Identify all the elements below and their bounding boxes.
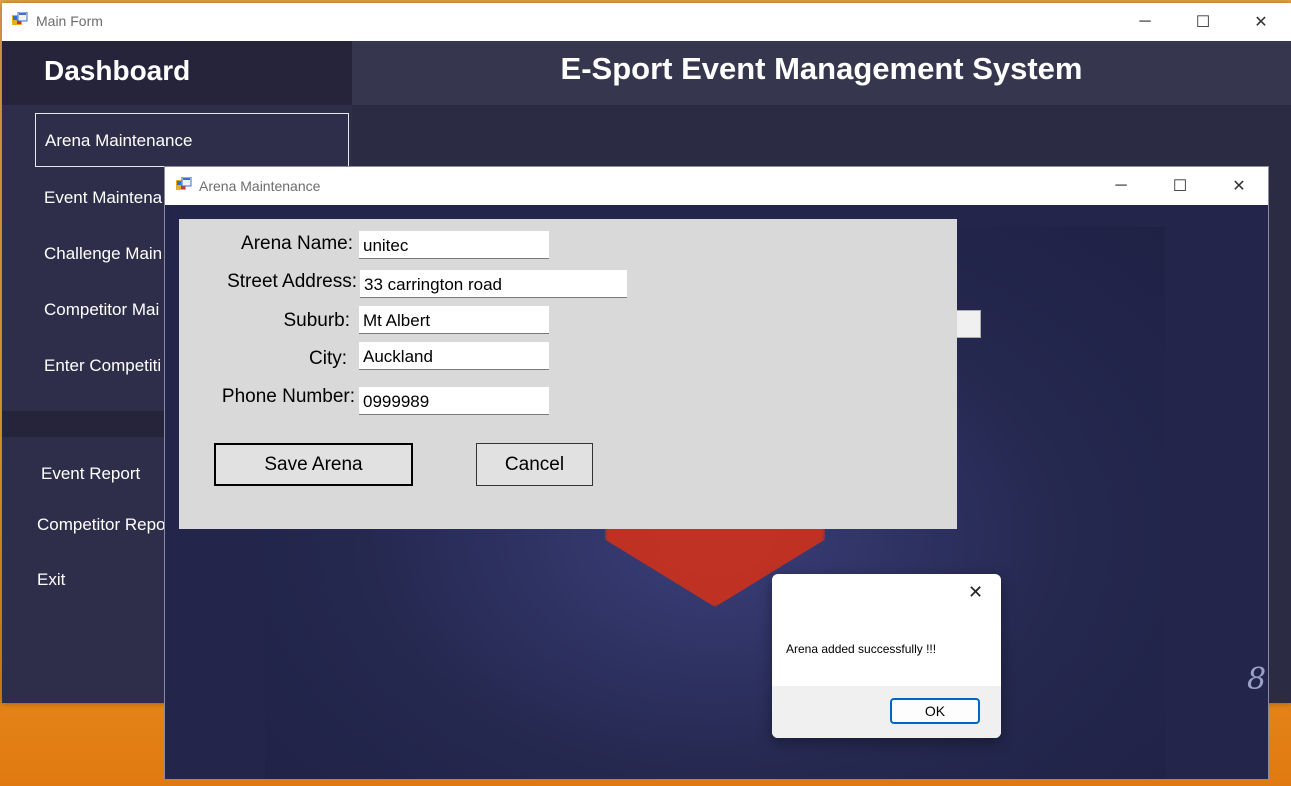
close-icon[interactable]: ✕ <box>968 582 983 603</box>
sidebar-item-competitor-report[interactable]: Competitor Repo <box>37 515 166 535</box>
sidebar-item-label: Arena Maintenance <box>45 131 193 150</box>
close-button[interactable]: ✕ <box>1232 3 1290 41</box>
suburb-label: Suburb: <box>283 310 350 331</box>
app-form-icon <box>176 177 192 193</box>
street-address-label: Street Address: <box>227 271 357 292</box>
sidebar-item-competitor-maintenance[interactable]: Competitor Mai <box>44 300 159 320</box>
system-title: E-Sport Event Management System <box>560 51 1083 86</box>
dashboard-title: Dashboard <box>44 55 191 86</box>
arena-form-panel: Arena Name: Street Address: Suburb: City… <box>179 219 957 529</box>
sidebar-item-enter-competition[interactable]: Enter Competiti <box>44 356 161 376</box>
city-input[interactable] <box>359 342 549 370</box>
close-button[interactable]: ✕ <box>1210 167 1268 205</box>
arena-name-label: Arena Name: <box>241 233 353 254</box>
sidebar-item-event-maintenance[interactable]: Event Maintena <box>44 188 162 208</box>
arena-window-title: Arena Maintenance <box>199 178 321 194</box>
save-arena-button[interactable]: Save Arena <box>214 443 413 486</box>
maximize-button[interactable]: ☐ <box>1174 3 1232 41</box>
minimize-button[interactable]: ─ <box>1092 167 1150 205</box>
sidebar-item-exit[interactable]: Exit <box>37 570 65 590</box>
success-message-box: ✕ Arena added successfully !!! OK <box>772 574 1001 738</box>
sidebar-item-event-report[interactable]: Event Report <box>41 464 140 484</box>
app-form-icon <box>12 12 28 28</box>
cancel-button[interactable]: Cancel <box>476 443 593 486</box>
street-address-input[interactable] <box>360 270 627 298</box>
main-window-title: Main Form <box>36 13 103 29</box>
minimize-button[interactable]: ─ <box>1116 3 1174 41</box>
message-box-footer: OK <box>772 686 1001 738</box>
arena-name-input[interactable] <box>359 231 549 259</box>
maximize-button[interactable]: ☐ <box>1151 167 1209 205</box>
ok-button[interactable]: OK <box>890 698 980 724</box>
sidebar-item-arena-maintenance[interactable]: Arena Maintenance <box>35 113 349 167</box>
main-header: E-Sport Event Management System <box>352 41 1291 105</box>
suburb-input[interactable] <box>359 306 549 334</box>
sidebar-item-challenge-maintenance[interactable]: Challenge Main <box>44 244 162 264</box>
message-text: Arena added successfully !!! <box>786 642 937 656</box>
phone-number-input[interactable] <box>359 387 549 415</box>
arena-maintenance-window: 8 Arena Maintenance ─ ☐ ✕ d Arena Name: … <box>164 166 1269 780</box>
arena-title-bar: Arena Maintenance ─ ☐ ✕ <box>165 167 1268 205</box>
city-label: City: <box>309 348 347 369</box>
sidebar-header: Dashboard <box>2 41 352 105</box>
main-title-bar: Main Form ─ ☐ ✕ <box>2 3 1291 41</box>
background-decoration: 8 <box>1247 662 1267 697</box>
phone-number-label: Phone Number: <box>221 386 355 407</box>
